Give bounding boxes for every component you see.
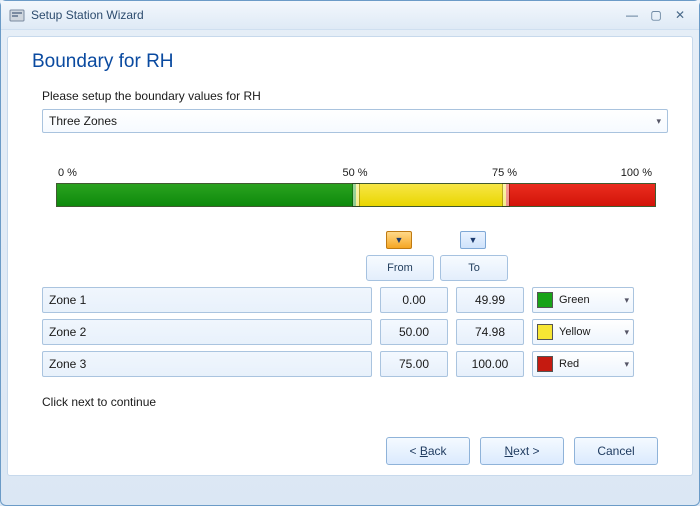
maximize-button[interactable]: ▢ (649, 8, 663, 22)
to-header[interactable]: To (440, 255, 508, 281)
zone-name-input[interactable]: Zone 1 (42, 287, 372, 313)
boundary-segment-green (57, 184, 356, 206)
cancel-button[interactable]: Cancel (574, 437, 658, 465)
zone-table: ▼ From ▼ To Zone 1 0.00 49.99 Green ▾ (42, 231, 668, 377)
boundary-scale: 0 % 50 % 75 % 100 % (56, 167, 654, 207)
back-button[interactable]: < Back (386, 437, 470, 465)
minimize-button[interactable]: — (625, 8, 639, 22)
color-swatch-icon (537, 356, 553, 372)
boundary-segment-red (506, 184, 656, 206)
chevron-down-icon: ▾ (624, 327, 629, 338)
zone-row: Zone 2 50.00 74.98 Yellow ▾ (42, 319, 668, 345)
window-title: Setup Station Wizard (31, 8, 625, 22)
scale-tick: 50 % (342, 167, 367, 179)
app-icon (9, 7, 25, 23)
zone-from-input[interactable]: 75.00 (380, 351, 448, 377)
scale-tick: 100 % (621, 167, 652, 179)
zone-name-input[interactable]: Zone 2 (42, 319, 372, 345)
zone-to-input[interactable]: 74.98 (456, 319, 524, 345)
zone-mode-select[interactable]: Three Zones ▾ (42, 109, 668, 133)
zone-row: Zone 3 75.00 100.00 Red ▾ (42, 351, 668, 377)
zone-color-select[interactable]: Red ▾ (532, 351, 634, 377)
from-order-button[interactable]: ▼ (386, 231, 412, 249)
zone-name-input[interactable]: Zone 3 (42, 351, 372, 377)
color-swatch-icon (537, 292, 553, 308)
hint-text: Click next to continue (42, 395, 668, 409)
scale-tick: 75 % (492, 167, 517, 179)
zone-row: Zone 1 0.00 49.99 Green ▾ (42, 287, 668, 313)
zone-color-select[interactable]: Yellow ▾ (532, 319, 634, 345)
wizard-page: Boundary for RH Please setup the boundar… (7, 36, 693, 476)
chevron-down-icon: ▾ (656, 116, 661, 127)
zone-color-select[interactable]: Green ▾ (532, 287, 634, 313)
close-button[interactable]: ✕ (673, 8, 687, 22)
wizard-footer: < Back Next > Cancel (26, 431, 674, 465)
chevron-down-icon: ▾ (624, 359, 629, 370)
next-button[interactable]: Next > (480, 437, 564, 465)
zone-mode-value: Three Zones (49, 114, 117, 128)
boundary-segment-yellow (356, 184, 506, 206)
titlebar: Setup Station Wizard — ▢ ✕ (1, 1, 699, 30)
zone-to-input[interactable]: 49.99 (456, 287, 524, 313)
to-order-button[interactable]: ▼ (460, 231, 486, 249)
boundary-handle-2[interactable] (503, 184, 509, 206)
zone-table-header: ▼ From ▼ To (42, 231, 668, 281)
window-controls: — ▢ ✕ (625, 8, 693, 22)
zone-to-input[interactable]: 100.00 (456, 351, 524, 377)
zone-from-input[interactable]: 50.00 (380, 319, 448, 345)
prompt-text: Please setup the boundary values for RH (42, 89, 668, 103)
boundary-bar (56, 183, 656, 207)
scale-labels: 0 % 50 % 75 % 100 % (58, 167, 652, 179)
page-title: Boundary for RH (32, 51, 668, 73)
from-header[interactable]: From (366, 255, 434, 281)
chevron-down-icon: ▾ (624, 295, 629, 306)
zone-from-input[interactable]: 0.00 (380, 287, 448, 313)
color-swatch-icon (537, 324, 553, 340)
boundary-handle-1[interactable] (353, 184, 359, 206)
scale-tick: 0 % (58, 167, 77, 179)
